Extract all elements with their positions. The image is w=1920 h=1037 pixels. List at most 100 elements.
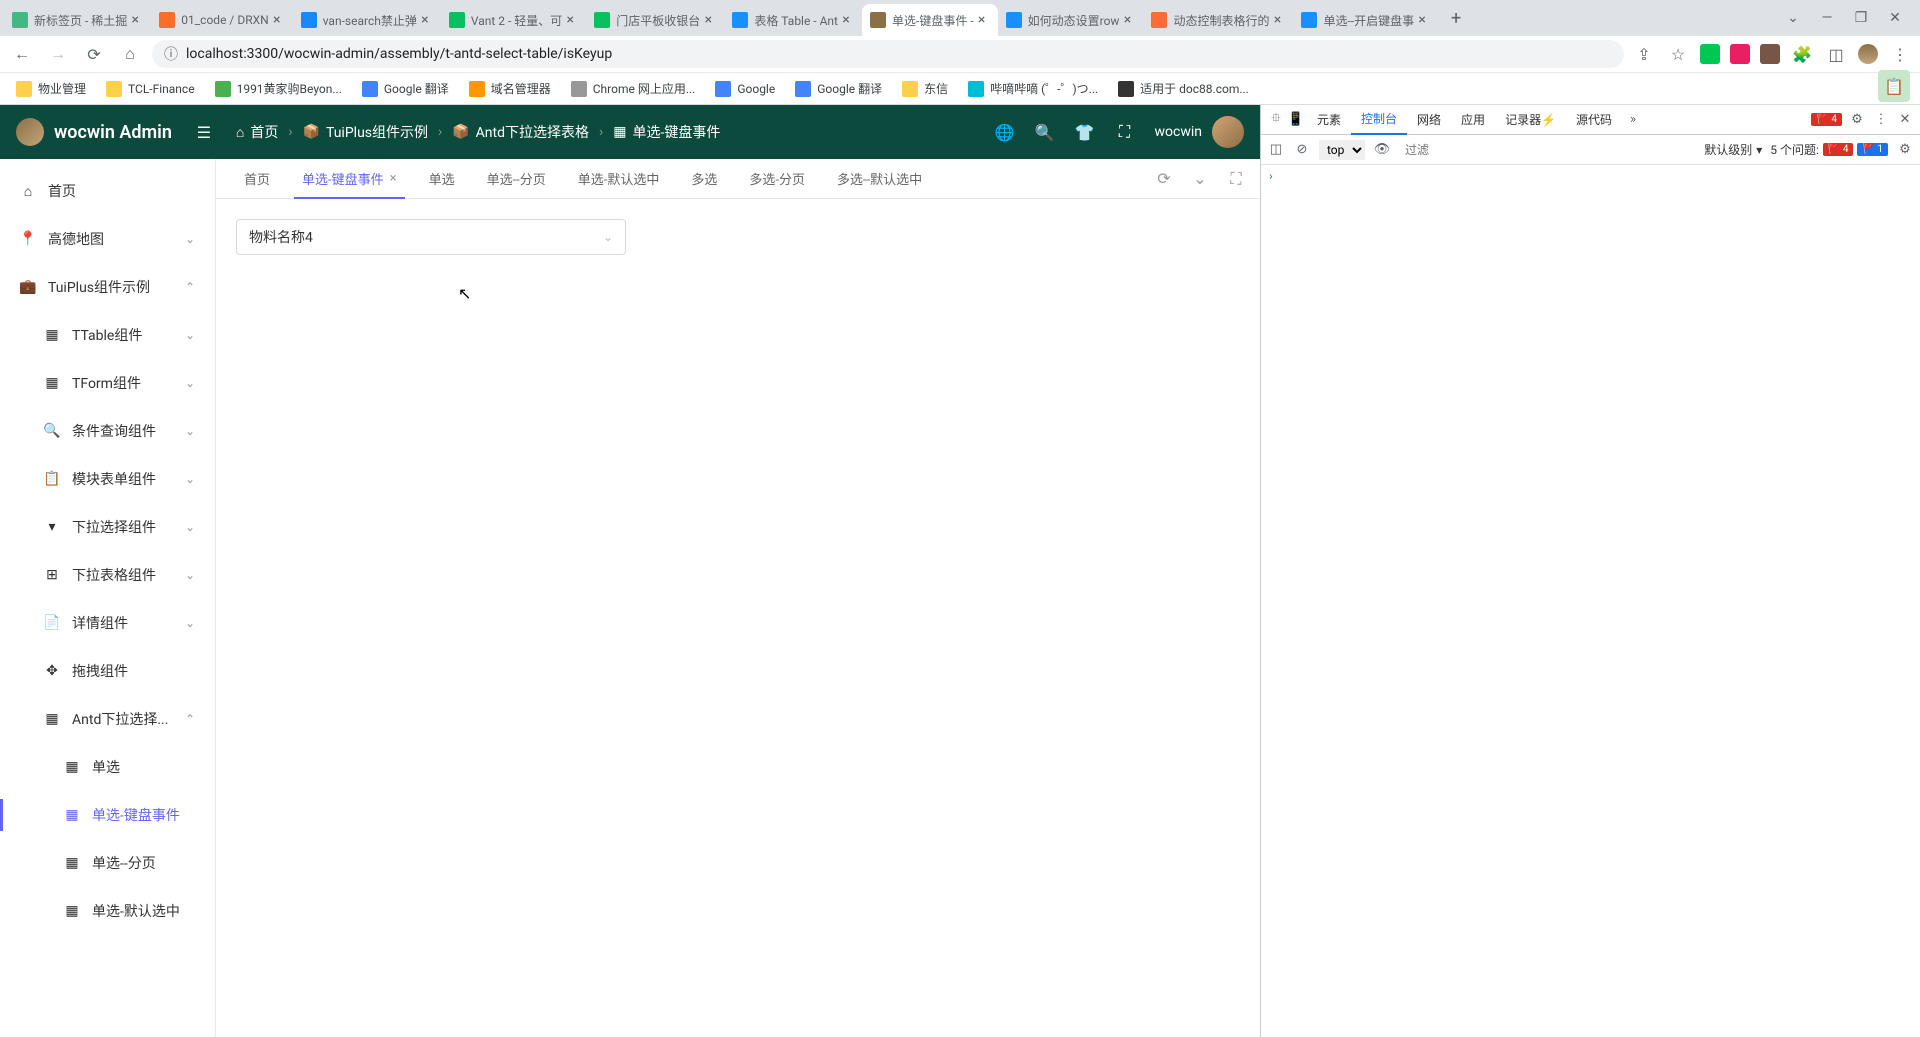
bookmark-item[interactable]: 适用于 doc88.com...: [1110, 76, 1257, 101]
menu-toggle-icon[interactable]: ☰: [192, 120, 216, 144]
breadcrumb-item[interactable]: 📦TuiPlus组件示例: [303, 122, 428, 142]
theme-icon[interactable]: 👕: [1075, 122, 1095, 142]
sidebar-item[interactable]: 📍高德地图⌄: [0, 215, 215, 263]
extension-vue-icon[interactable]: [1700, 44, 1720, 64]
sidebar-item[interactable]: 🔍条件查询组件⌄: [0, 407, 215, 455]
sidebar-item[interactable]: ▦单选: [0, 743, 215, 791]
close-tab-icon[interactable]: ×: [1414, 12, 1430, 28]
bookmark-item[interactable]: Google: [707, 76, 783, 101]
sidebar-item[interactable]: ▦单选-默认选中: [0, 887, 215, 935]
profile-avatar[interactable]: [1858, 44, 1878, 64]
user-menu[interactable]: wocwin: [1155, 116, 1245, 148]
devtools-tab[interactable]: 元素: [1307, 105, 1351, 135]
devtools-tab[interactable]: 控制台: [1351, 105, 1407, 135]
sidebar-item[interactable]: 📄详情组件⌄: [0, 599, 215, 647]
page-tab[interactable]: 单选-默认选中: [562, 159, 676, 199]
site-info-icon[interactable]: ⓘ: [164, 44, 178, 64]
maximize-content-icon[interactable]: ⛶: [1224, 167, 1248, 191]
console-output[interactable]: ›: [1261, 165, 1920, 1037]
url-field[interactable]: ⓘ localhost:3300/wocwin-admin/assembly/t…: [152, 40, 1624, 68]
browser-tab[interactable]: Vant 2 - 轻量、可×: [441, 4, 586, 36]
browser-tab[interactable]: van-search禁止弹×: [293, 4, 441, 36]
browser-tab[interactable]: 门店平板收银台×: [586, 4, 724, 36]
close-tab-icon[interactable]: ×: [390, 171, 397, 186]
page-tab[interactable]: 单选-键盘事件×: [286, 159, 413, 199]
menu-icon[interactable]: ⋮: [1888, 42, 1912, 66]
forward-button[interactable]: →: [44, 40, 72, 68]
more-tabs-icon[interactable]: ⌄: [1188, 167, 1212, 191]
sidebar-item[interactable]: ▦TForm组件⌄: [0, 359, 215, 407]
refresh-icon[interactable]: ⟳: [1152, 167, 1176, 191]
fullscreen-icon[interactable]: ⛶: [1115, 122, 1135, 142]
close-tab-icon[interactable]: ×: [1269, 12, 1285, 28]
sidebar-toggle-icon[interactable]: ◫: [1267, 141, 1285, 159]
close-tab-icon[interactable]: ×: [127, 12, 143, 28]
console-settings-icon[interactable]: ⚙: [1896, 141, 1914, 159]
extensions-icon[interactable]: 🧩: [1790, 42, 1814, 66]
close-tab-icon[interactable]: ×: [269, 12, 285, 28]
breadcrumb-item[interactable]: ▦单选-键盘事件: [613, 122, 720, 142]
tab-dropdown-icon[interactable]: ⌄: [1780, 5, 1806, 31]
devtools-tab[interactable]: 记录器 ⚡: [1495, 105, 1566, 135]
bookmark-item[interactable]: Google 翻译: [787, 76, 890, 101]
browser-tab[interactable]: 01_code / DRXN×: [151, 4, 292, 36]
breadcrumb-item[interactable]: ⌂首页: [236, 122, 278, 142]
material-select[interactable]: 物料名称4 ⌄: [236, 219, 626, 255]
bookmark-item[interactable]: 1991黄家驹Beyon...: [207, 76, 350, 101]
close-tab-icon[interactable]: ×: [417, 12, 433, 28]
page-tab[interactable]: 多选: [675, 159, 733, 199]
bookmark-item[interactable]: Google 翻译: [354, 76, 457, 101]
close-tab-icon[interactable]: ×: [974, 12, 990, 28]
extension-icon-3[interactable]: [1760, 44, 1780, 64]
issues-indicator[interactable]: 5 个问题: 🚩 4 🚩 1: [1770, 141, 1888, 158]
bookmark-item[interactable]: 哔嘀哔嘀 (゜-゜)つ...: [960, 76, 1106, 101]
maximize-button[interactable]: ❐: [1848, 5, 1874, 31]
sidebar-item[interactable]: ▦单选--分页: [0, 839, 215, 887]
bookmark-star-icon[interactable]: ☆: [1666, 42, 1690, 66]
bookmark-item[interactable]: 域名管理器: [461, 76, 559, 101]
breadcrumb-item[interactable]: 📦Antd下拉选择表格: [452, 122, 589, 142]
close-window-button[interactable]: ✕: [1882, 5, 1908, 31]
share-icon[interactable]: ⇪: [1632, 42, 1656, 66]
devtools-menu-icon[interactable]: ⋮: [1872, 111, 1890, 129]
bookmark-item[interactable]: 物业管理: [8, 76, 94, 101]
clear-console-icon[interactable]: ⊘: [1293, 141, 1311, 159]
bookmark-item[interactable]: TCL-Finance: [98, 76, 203, 101]
page-tab[interactable]: 单选--分页: [471, 159, 562, 199]
context-select[interactable]: top: [1319, 140, 1365, 160]
home-button[interactable]: ⌂: [116, 40, 144, 68]
devtools-tab[interactable]: 网络: [1407, 105, 1451, 135]
more-tabs-icon[interactable]: »: [1624, 111, 1642, 129]
sidebar-item[interactable]: ⌂首页: [0, 167, 215, 215]
settings-icon[interactable]: ⚙: [1848, 111, 1866, 129]
translate-icon[interactable]: 🌐: [995, 122, 1015, 142]
eye-icon[interactable]: 👁: [1373, 141, 1391, 159]
browser-tab[interactable]: 单选-键盘事件 -×: [862, 4, 998, 36]
page-tab[interactable]: 首页: [228, 159, 286, 199]
close-tab-icon[interactable]: ×: [1119, 12, 1135, 28]
devtools-tab[interactable]: 源代码: [1566, 105, 1622, 135]
sidebar-item[interactable]: ▦Antd下拉选择...⌃: [0, 695, 215, 743]
devtools-tab[interactable]: 应用: [1451, 105, 1495, 135]
sidebar-item[interactable]: ⊞下拉表格组件⌄: [0, 551, 215, 599]
level-dropdown[interactable]: 默认级别▾: [1704, 141, 1762, 158]
sidebar-item[interactable]: ▾下拉选择组件⌄: [0, 503, 215, 551]
device-mode-icon[interactable]: 📱: [1287, 111, 1305, 129]
close-tab-icon[interactable]: ×: [700, 12, 716, 28]
inspect-icon[interactable]: ⯐: [1267, 111, 1285, 129]
sidebar-item[interactable]: ✥拖拽组件: [0, 647, 215, 695]
sidebar-item[interactable]: ▦单选-键盘事件: [0, 791, 215, 839]
extension-icon-2[interactable]: [1730, 44, 1750, 64]
page-tab[interactable]: 多选--默认选中: [821, 159, 938, 199]
sidebar-item[interactable]: 💼TuiPlus组件示例⌃: [0, 263, 215, 311]
reading-list-icon[interactable]: 📋: [1878, 70, 1910, 102]
bookmark-item[interactable]: 东信: [894, 76, 956, 101]
page-tab[interactable]: 单选: [413, 159, 471, 199]
page-tab[interactable]: 多选-分页: [733, 159, 821, 199]
sidebar-item[interactable]: 📋模块表单组件⌄: [0, 455, 215, 503]
minimize-button[interactable]: —: [1814, 5, 1840, 31]
back-button[interactable]: ←: [8, 40, 36, 68]
sidepanel-icon[interactable]: ◫: [1824, 42, 1848, 66]
filter-input[interactable]: [1399, 141, 1696, 159]
browser-tab[interactable]: 表格 Table - Ant×: [724, 4, 862, 36]
